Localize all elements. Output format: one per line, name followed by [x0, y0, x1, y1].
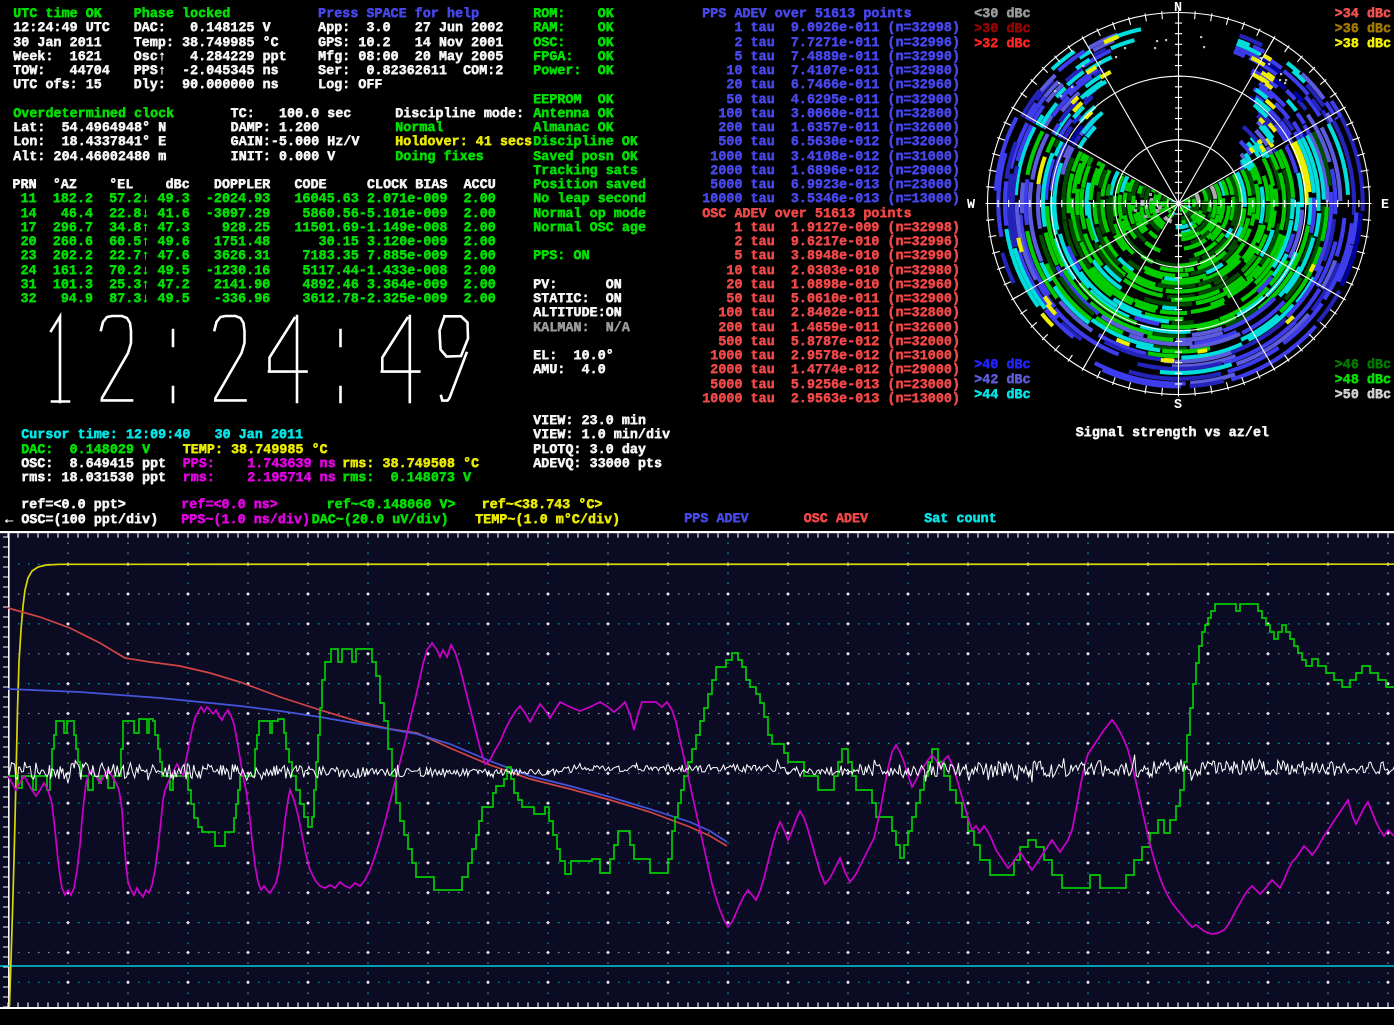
svg-text:W: W	[967, 198, 976, 213]
svg-text:E: E	[1381, 198, 1389, 213]
svg-text:N: N	[1174, 1, 1182, 16]
svg-text:S: S	[1174, 398, 1182, 413]
